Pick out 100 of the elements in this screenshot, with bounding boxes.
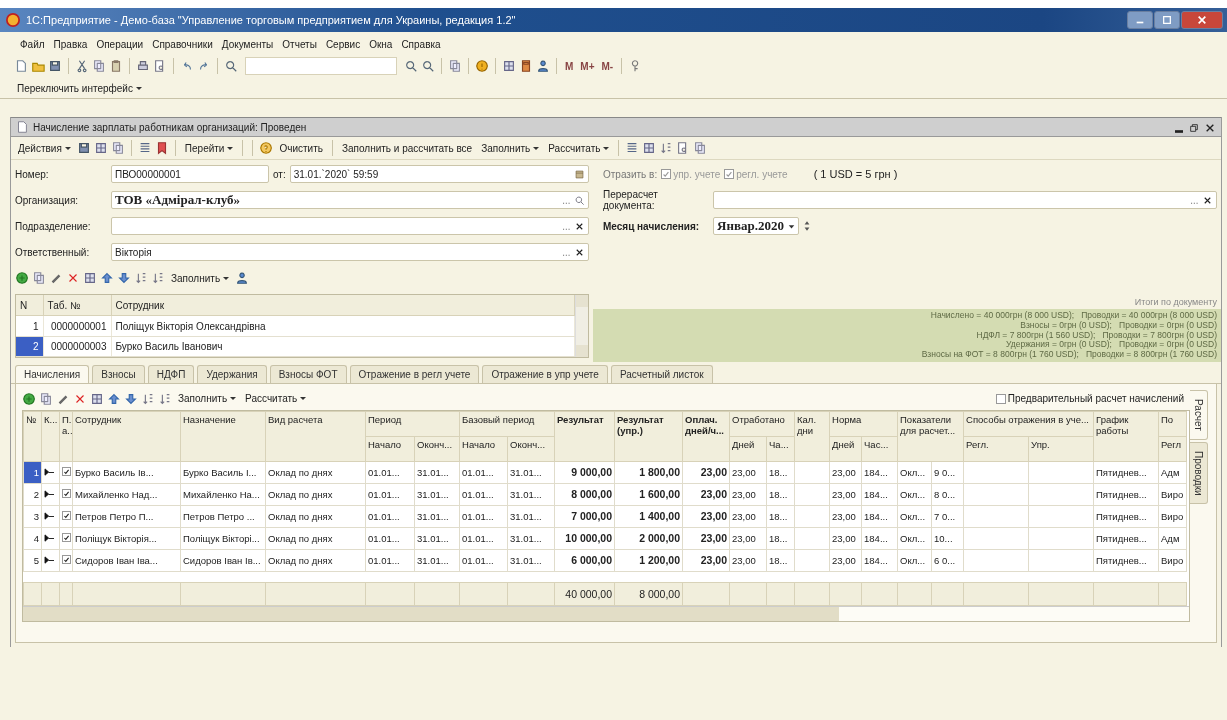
side-tab[interactable]: Проводки — [1190, 441, 1208, 505]
column-header: Отработано — [729, 411, 795, 437]
checkbox[interactable] — [62, 489, 71, 499]
down-arrow-icon[interactable] — [117, 271, 131, 285]
restore-button[interactable] — [1187, 121, 1201, 133]
column-header: График работы — [1093, 411, 1159, 462]
sort-icon[interactable] — [158, 392, 172, 406]
responsible-field[interactable]: Вікторія — [111, 243, 589, 261]
printer-icon[interactable] — [136, 59, 150, 73]
copy-icon[interactable] — [693, 141, 708, 155]
search-icon[interactable] — [574, 194, 585, 206]
row-number[interactable]: 2 — [16, 336, 43, 357]
menu-item[interactable]: Файл — [20, 38, 45, 50]
menu-item[interactable]: Справка — [401, 38, 441, 50]
tab[interactable]: Отражение в упр учете — [482, 365, 608, 383]
checkbox[interactable] — [62, 555, 71, 565]
tab[interactable]: НДФП — [147, 365, 195, 383]
row-number[interactable]: 1 — [23, 461, 42, 484]
sort-icon[interactable] — [151, 271, 165, 285]
checkbox[interactable] — [62, 511, 71, 521]
row-number[interactable]: 1 — [16, 315, 43, 337]
person-icon[interactable] — [536, 59, 550, 73]
table-cell: 6 0... — [931, 549, 964, 572]
toolbar-button[interactable]: Перейти — [181, 141, 237, 155]
search-icon[interactable] — [404, 59, 418, 73]
table-cell: Пятиднев... — [1093, 483, 1159, 506]
tab[interactable]: Взносы — [92, 365, 145, 383]
checkbox[interactable]: Предварительный расчет начислений — [995, 393, 1184, 405]
search-icon[interactable] — [224, 59, 238, 73]
toolbar-button[interactable]: Рассчитать — [545, 141, 613, 155]
date-field[interactable]: 31.01.`2020` 59:59 — [289, 165, 589, 183]
help-icon[interactable] — [259, 141, 274, 155]
copy-icon[interactable] — [39, 392, 53, 406]
tab[interactable]: Взносы ФОТ — [269, 365, 347, 383]
scissors-icon[interactable] — [75, 59, 89, 73]
toolbar-button[interactable]: Заполнить — [478, 141, 543, 155]
table-cell: 01.01... — [459, 505, 508, 528]
checkmark-icon — [63, 512, 70, 520]
info-icon[interactable] — [475, 59, 489, 73]
memory-button[interactable]: M — [563, 60, 576, 72]
table-icon[interactable] — [642, 141, 657, 155]
fill-button[interactable]: Заполнить — [175, 392, 240, 406]
tab[interactable]: Начисления — [15, 365, 90, 383]
menu-item[interactable]: Отчеты — [282, 38, 317, 50]
menu-item[interactable]: Операции — [96, 38, 144, 50]
interface-switch-button[interactable]: Переключить интерфейс — [14, 81, 145, 95]
fill-button[interactable]: Заполнить — [168, 271, 233, 285]
calendar-icon[interactable] — [574, 168, 585, 180]
memory-button[interactable]: M+ — [578, 60, 597, 72]
table-icon[interactable] — [83, 271, 97, 285]
copy-icon[interactable] — [110, 141, 125, 155]
calculate-button[interactable]: Рассчитать — [242, 392, 310, 406]
row-number[interactable]: 3 — [23, 505, 42, 528]
menu-item[interactable]: Правка — [53, 38, 88, 50]
copy-icon[interactable] — [32, 271, 46, 285]
table-cell: 23,00 — [829, 505, 862, 528]
menu-item[interactable]: Справочники — [152, 38, 213, 50]
recalculation-field[interactable] — [713, 191, 1217, 209]
row-number[interactable]: 4 — [23, 527, 42, 550]
person-icon[interactable] — [235, 271, 250, 285]
checkbox[interactable] — [62, 533, 71, 543]
checkbox[interactable] — [62, 467, 71, 477]
tab[interactable]: Расчетный листок — [610, 365, 713, 383]
search-icon[interactable] — [421, 59, 435, 73]
menu-item[interactable]: Документы — [221, 38, 274, 50]
toolbar-button[interactable]: Действия — [15, 141, 74, 155]
toolbar-button[interactable]: Очистить — [276, 141, 326, 155]
table-icon[interactable] — [90, 392, 104, 406]
new-document-icon[interactable] — [14, 59, 28, 73]
down-arrow-icon[interactable] — [124, 392, 138, 406]
add-icon[interactable] — [22, 392, 36, 406]
up-arrow-icon[interactable] — [107, 392, 121, 406]
toolbar-button[interactable]: Заполнить и рассчитать все — [339, 141, 476, 155]
add-icon[interactable] — [15, 271, 29, 285]
table-icon[interactable] — [93, 141, 108, 155]
month-field[interactable]: Январ.2020 — [713, 217, 799, 235]
number-field[interactable]: ПВО00000001 — [111, 165, 269, 183]
copy-icon[interactable] — [92, 59, 106, 73]
organization-field[interactable]: ТОВ «Адмірал-клуб» — [111, 191, 589, 209]
table-icon[interactable] — [502, 59, 516, 73]
save-icon[interactable] — [48, 59, 62, 73]
tab[interactable]: Удержания — [197, 365, 267, 383]
maximize-button[interactable] — [1154, 11, 1180, 29]
menu-item[interactable]: Окна — [369, 38, 393, 50]
sort-icon[interactable] — [134, 271, 148, 285]
maximize-icon — [1162, 15, 1172, 25]
row-number[interactable]: 5 — [23, 549, 42, 572]
save-icon[interactable] — [76, 141, 91, 155]
copy-icon[interactable] — [448, 59, 462, 73]
paste-icon[interactable] — [109, 59, 123, 73]
up-arrow-icon[interactable] — [100, 271, 114, 285]
memory-button[interactable]: M- — [599, 60, 616, 72]
tab[interactable]: Отражение в регл учете — [349, 365, 480, 383]
row-number[interactable]: 2 — [23, 483, 42, 506]
scrollbar[interactable] — [575, 295, 588, 357]
sort-icon[interactable] — [141, 392, 155, 406]
subdivision-field[interactable] — [111, 217, 589, 235]
side-tab[interactable]: Расчет — [1190, 390, 1208, 440]
menu-item[interactable]: Сервис — [325, 38, 361, 50]
search-field[interactable] — [245, 57, 397, 75]
